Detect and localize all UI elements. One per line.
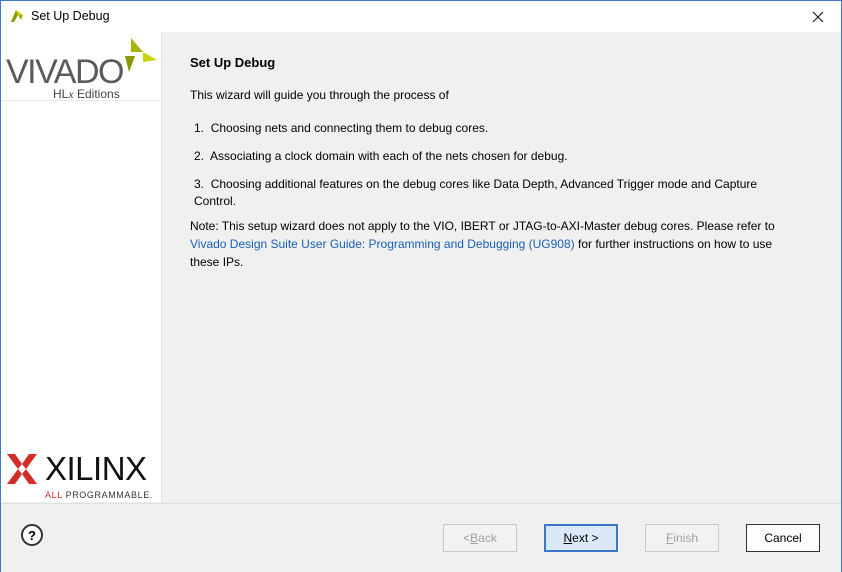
help-button[interactable]: ? <box>21 524 43 546</box>
vivado-logo-text: VIVADO <box>6 53 124 91</box>
back-button[interactable]: < Back <box>443 524 517 552</box>
help-icon: ? <box>28 527 36 543</box>
list-item: 3. Choosing additional features on the d… <box>194 177 758 208</box>
xilinx-mark-icon <box>7 454 37 484</box>
close-button[interactable] <box>795 1 841 32</box>
list-item: 2. Associating a clock domain with each … <box>194 149 568 163</box>
xilinx-logo-text: XILINX <box>45 450 147 487</box>
intro-text: This wizard will guide you through the p… <box>190 88 449 102</box>
cancel-button[interactable]: Cancel <box>746 524 820 552</box>
wizard-content: Set Up Debug This wizard will guide you … <box>162 32 841 502</box>
wizard-sidebar: VIVADO HLx Editions XILINX ALL PROGRAMMA… <box>1 32 162 502</box>
xilinx-logo: XILINX ALL PROGRAMMABLE. <box>3 448 159 502</box>
xilinx-tagline: ALL PROGRAMMABLE. <box>45 490 153 500</box>
note-text: Note: This setup wizard does not apply t… <box>190 219 775 269</box>
vivado-mark-icon <box>125 38 157 72</box>
vivado-app-icon <box>11 10 23 22</box>
title-bar: Set Up Debug <box>1 1 841 32</box>
button-bar: ? < Back Next > Finish Cancel <box>1 503 841 572</box>
close-icon <box>812 11 824 22</box>
setup-debug-dialog: Set Up Debug VIVADO HLx Editions XILINX … <box>0 0 842 572</box>
steps-list: 1. Choosing nets and connecting them to … <box>194 120 794 221</box>
page-heading: Set Up Debug <box>190 55 276 70</box>
user-guide-link[interactable]: Vivado Design Suite User Guide: Programm… <box>190 237 575 251</box>
list-item: 1. Choosing nets and connecting them to … <box>194 121 489 135</box>
next-button[interactable]: Next > <box>544 524 618 552</box>
finish-button[interactable]: Finish <box>645 524 719 552</box>
vivado-logo: VIVADO HLx Editions <box>5 38 161 102</box>
window-title: Set Up Debug <box>31 9 110 23</box>
sidebar-divider <box>1 100 161 101</box>
